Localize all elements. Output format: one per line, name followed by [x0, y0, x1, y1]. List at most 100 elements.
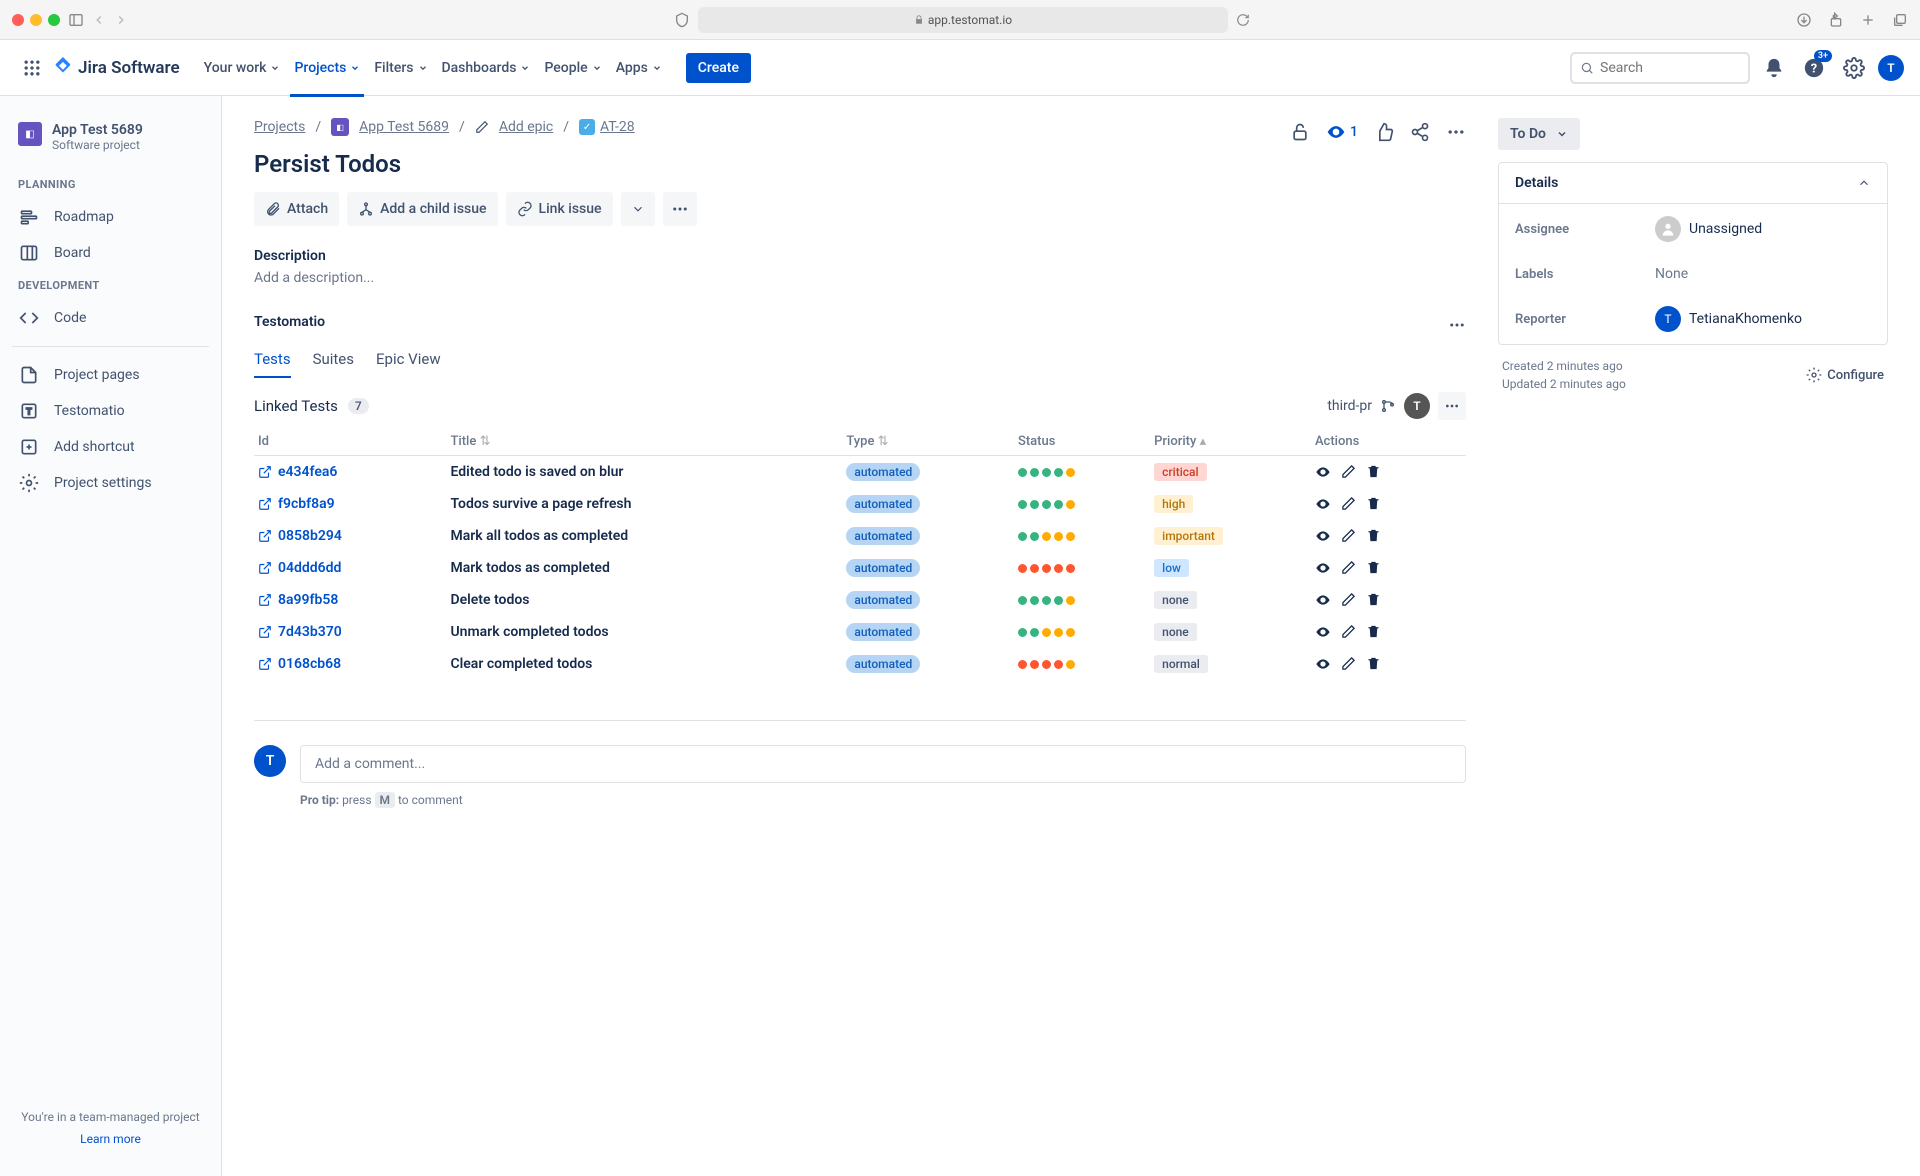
- edit-action[interactable]: [1341, 560, 1356, 576]
- more-issue-actions[interactable]: [663, 192, 697, 226]
- search-input[interactable]: [1600, 60, 1740, 76]
- view-action[interactable]: [1315, 496, 1331, 512]
- details-header[interactable]: Details: [1499, 163, 1887, 204]
- maximize-window[interactable]: [48, 14, 60, 26]
- back-icon[interactable]: [92, 13, 106, 27]
- attach-button[interactable]: Attach: [254, 192, 339, 226]
- sidebar-item-add-shortcut[interactable]: Add shortcut: [8, 429, 213, 465]
- col-id[interactable]: Id: [254, 428, 446, 456]
- share-icon[interactable]: [1828, 12, 1844, 28]
- close-window[interactable]: [12, 14, 24, 26]
- profile-avatar[interactable]: T: [1878, 55, 1904, 81]
- test-title[interactable]: Mark todos as completed: [450, 560, 609, 576]
- col-status[interactable]: Status: [1014, 428, 1150, 456]
- create-button[interactable]: Create: [686, 53, 751, 83]
- test-title[interactable]: Unmark completed todos: [450, 624, 608, 640]
- labels-row[interactable]: Labels None: [1499, 254, 1887, 294]
- forward-icon[interactable]: [114, 13, 128, 27]
- delete-action[interactable]: [1366, 496, 1381, 512]
- notifications-icon[interactable]: [1758, 52, 1790, 84]
- sidebar-item-testomatio[interactable]: T Testomatio: [8, 393, 213, 429]
- sidebar-item-code[interactable]: Code: [8, 300, 213, 336]
- sidebar-item-settings[interactable]: Project settings: [8, 465, 213, 501]
- edit-action[interactable]: [1341, 624, 1356, 640]
- nav-item-projects[interactable]: Projects: [290, 52, 364, 84]
- breadcrumb-add-epic[interactable]: Add epic: [499, 119, 553, 135]
- app-switcher-icon[interactable]: [16, 52, 48, 84]
- tab-epic-view[interactable]: Epic View: [376, 346, 441, 376]
- col-title[interactable]: Title ⇅: [446, 428, 842, 456]
- test-id-link[interactable]: 7d43b370: [258, 624, 442, 640]
- download-icon[interactable]: [1796, 12, 1812, 28]
- view-action[interactable]: [1315, 624, 1331, 640]
- nav-item-your-work[interactable]: Your work: [200, 52, 285, 84]
- description-field[interactable]: Add a description...: [254, 270, 1466, 286]
- more-actions-icon[interactable]: [1446, 122, 1466, 142]
- edit-action[interactable]: [1341, 528, 1356, 544]
- view-action[interactable]: [1315, 592, 1331, 608]
- test-title[interactable]: Clear completed todos: [450, 656, 592, 672]
- sidebar-item-project-pages[interactable]: Project pages: [8, 357, 213, 393]
- view-action[interactable]: [1315, 656, 1331, 672]
- delete-action[interactable]: [1366, 624, 1381, 640]
- nav-item-apps[interactable]: Apps: [612, 52, 666, 84]
- project-header[interactable]: ◧ App Test 5689 Software project: [8, 116, 213, 158]
- test-id-link[interactable]: f9cbf8a9: [258, 496, 442, 512]
- edit-action[interactable]: [1341, 496, 1356, 512]
- delete-action[interactable]: [1366, 528, 1381, 544]
- test-title[interactable]: Mark all todos as completed: [450, 528, 628, 544]
- test-title[interactable]: Todos survive a page refresh: [450, 496, 631, 512]
- view-action[interactable]: [1315, 528, 1331, 544]
- edit-action[interactable]: [1341, 656, 1356, 672]
- settings-icon[interactable]: [1838, 52, 1870, 84]
- sidebar-toggle-icon[interactable]: [68, 12, 84, 28]
- test-id-link[interactable]: 0168cb68: [258, 656, 442, 672]
- link-dropdown-button[interactable]: [621, 192, 655, 226]
- search-box[interactable]: [1570, 52, 1750, 84]
- like-icon[interactable]: [1374, 122, 1394, 142]
- assignee-row[interactable]: Assignee Unassigned: [1499, 204, 1887, 254]
- link-issue-button[interactable]: Link issue: [506, 192, 613, 226]
- configure-button[interactable]: Configure: [1806, 367, 1884, 383]
- edit-action[interactable]: [1341, 464, 1356, 480]
- project-dropdown[interactable]: third-pr: [1327, 398, 1372, 414]
- address-bar[interactable]: app.testomat.io: [698, 7, 1228, 33]
- nav-item-people[interactable]: People: [540, 52, 605, 84]
- delete-action[interactable]: [1366, 656, 1381, 672]
- col-priority[interactable]: Priority ▴: [1150, 428, 1311, 456]
- tab-suites[interactable]: Suites: [313, 346, 354, 376]
- breadcrumb-issue-key[interactable]: AT-28: [600, 119, 635, 135]
- sidebar-item-board[interactable]: Board: [8, 235, 213, 271]
- issue-title[interactable]: Persist Todos: [254, 150, 1466, 178]
- unlock-icon[interactable]: [1290, 122, 1310, 142]
- reporter-row[interactable]: Reporter T TetianaKhomenko: [1499, 294, 1887, 344]
- delete-action[interactable]: [1366, 464, 1381, 480]
- comment-input[interactable]: Add a comment...: [300, 745, 1466, 783]
- sidebar-learn-more[interactable]: Learn more: [18, 1132, 203, 1146]
- test-id-link[interactable]: e434fea6: [258, 464, 442, 480]
- jira-logo[interactable]: Jira Software: [52, 57, 180, 79]
- add-tab-icon[interactable]: [1860, 12, 1876, 28]
- nav-item-filters[interactable]: Filters: [370, 52, 431, 84]
- help-icon[interactable]: ? 3+: [1798, 52, 1830, 84]
- view-action[interactable]: [1315, 464, 1331, 480]
- add-child-button[interactable]: Add a child issue: [347, 192, 497, 226]
- shield-icon[interactable]: [674, 12, 690, 28]
- filter-more-icon[interactable]: [1438, 392, 1466, 420]
- tab-tests[interactable]: Tests: [254, 346, 291, 376]
- sidebar-item-roadmap[interactable]: Roadmap: [8, 199, 213, 235]
- test-title[interactable]: Delete todos: [450, 592, 529, 608]
- col-type[interactable]: Type ⇅: [842, 428, 1014, 456]
- breadcrumb-projects[interactable]: Projects: [254, 119, 305, 135]
- reload-icon[interactable]: [1236, 13, 1250, 27]
- test-id-link[interactable]: 0858b294: [258, 528, 442, 544]
- status-dropdown[interactable]: To Do: [1498, 118, 1580, 150]
- share-issue-icon[interactable]: [1410, 122, 1430, 142]
- breadcrumb-project[interactable]: App Test 5689: [359, 119, 449, 135]
- test-id-link[interactable]: 8a99fb58: [258, 592, 442, 608]
- nav-item-dashboards[interactable]: Dashboards: [438, 52, 535, 84]
- test-title[interactable]: Edited todo is saved on blur: [450, 464, 623, 480]
- delete-action[interactable]: [1366, 560, 1381, 576]
- branch-icon[interactable]: [1380, 398, 1396, 414]
- delete-action[interactable]: [1366, 592, 1381, 608]
